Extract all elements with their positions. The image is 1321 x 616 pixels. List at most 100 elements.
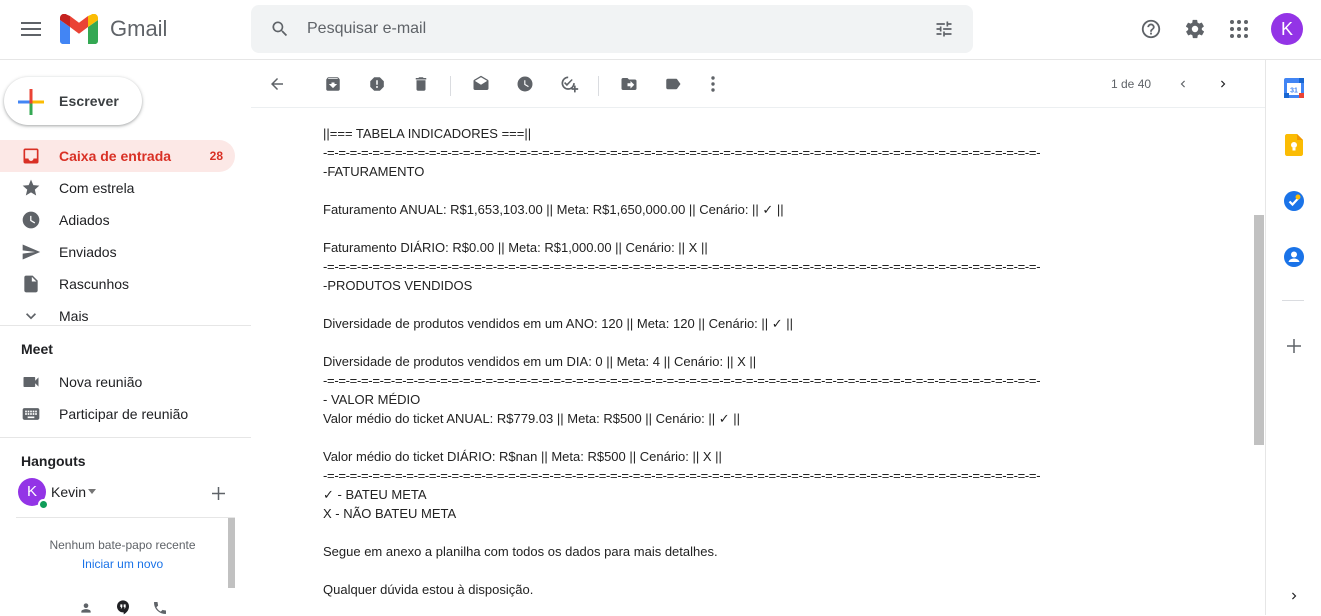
calendar-button[interactable]: 31: [1280, 74, 1308, 102]
support-button[interactable]: [1131, 9, 1171, 49]
settings-button[interactable]: [1175, 9, 1215, 49]
sidebar-item-starred[interactable]: Com estrela: [0, 172, 235, 204]
archive-icon: [326, 77, 340, 91]
divider: [0, 437, 251, 438]
report-spam-icon: [370, 77, 384, 91]
sidebar-item-more[interactable]: Mais: [0, 300, 235, 332]
message-line: Faturamento ANUAL: R$1,653,103.00 || Met…: [323, 202, 784, 217]
newer-button[interactable]: [1163, 64, 1203, 104]
person-icon[interactable]: [79, 601, 93, 615]
phone-icon[interactable]: [152, 600, 168, 616]
main-menu-button[interactable]: [11, 9, 51, 49]
no-recent-chats-text: Nenhum bate-papo recente: [49, 538, 196, 552]
hangouts-chat-icon[interactable]: [115, 599, 131, 615]
message-body: ||=== TABELA INDICADORES ===|| -=-=-=-=-=…: [323, 124, 1223, 599]
search-input[interactable]: [307, 5, 907, 53]
star-icon: [22, 179, 40, 196]
message-line: Qualquer dúvida estou à disposição.: [323, 582, 534, 597]
new-meeting-label: Nova reunião: [59, 374, 143, 390]
report-spam-button[interactable]: [357, 64, 397, 104]
side-panel-divider: [1282, 300, 1304, 301]
separator-line: -=-=-=-=-=-=-=-=-=-=-=-=-=-=-=-=-=-=-=-=…: [323, 373, 1041, 388]
separator-line: -=-=-=-=-=-=-=-=-=-=-=-=-=-=-=-=-=-=-=-=…: [323, 259, 1041, 274]
mark-unread-button[interactable]: [461, 64, 501, 104]
google-apps-button[interactable]: [1219, 9, 1259, 49]
delete-button[interactable]: [401, 64, 441, 104]
sidebar-item-drafts[interactable]: Rascunhos: [0, 268, 235, 300]
snooze-button[interactable]: [505, 64, 545, 104]
add-to-tasks-button[interactable]: [549, 64, 589, 104]
search-button[interactable]: [260, 9, 300, 49]
sidebar-item-sent[interactable]: Enviados: [0, 236, 235, 268]
move-to-icon: [621, 78, 637, 90]
sidebar: Escrever Caixa de entrada 28 Com estrela…: [0, 60, 251, 615]
hangouts-scrollbar[interactable]: [228, 518, 235, 588]
contacts-icon: [1284, 247, 1304, 267]
inbox-icon: [23, 148, 39, 164]
message-line: Segue em anexo a planilha com todos os d…: [323, 544, 718, 559]
toolbar-divider: [450, 76, 451, 96]
message-line: [323, 333, 1223, 352]
join-meeting-button[interactable]: Participar de reunião: [0, 398, 235, 430]
join-meeting-label: Participar de reunião: [59, 406, 189, 422]
divider: [0, 325, 251, 326]
hangouts-title: Hangouts: [21, 453, 86, 469]
message-line: Diversidade de produtos vendidos em um D…: [323, 354, 757, 369]
unread-count: 28: [209, 149, 223, 163]
move-to-button[interactable]: [609, 64, 649, 104]
older-button[interactable]: [1203, 64, 1243, 104]
gear-icon: [1185, 19, 1205, 39]
tasks-button[interactable]: [1280, 187, 1308, 215]
gmail-logo[interactable]: [60, 14, 98, 44]
sidebar-item-inbox[interactable]: Caixa de entrada 28: [0, 140, 235, 172]
search-icon: [272, 21, 288, 37]
draft-icon: [24, 275, 38, 293]
account-avatar[interactable]: K: [1271, 13, 1303, 45]
hangouts-user-name[interactable]: Kevin: [51, 484, 86, 500]
get-addons-button[interactable]: [1280, 332, 1308, 360]
contacts-button[interactable]: [1280, 243, 1308, 271]
archive-button[interactable]: [313, 64, 353, 104]
search-options-button[interactable]: [924, 9, 964, 49]
message-line: -FATURAMENTO: [323, 164, 425, 179]
caret-down-icon[interactable]: [88, 489, 96, 494]
more-actions-button[interactable]: [693, 64, 733, 104]
arrow-back-icon: [271, 78, 283, 90]
compose-button[interactable]: Escrever: [4, 77, 142, 125]
sidebar-item-label: Com estrela: [59, 180, 135, 196]
add-icon[interactable]: [212, 487, 225, 500]
compose-label: Escrever: [59, 93, 119, 109]
message-line: Valor médio do ticket ANUAL: R$779.03 ||…: [323, 411, 741, 426]
sidebar-item-snoozed[interactable]: Adiados: [0, 204, 235, 236]
message-line: [323, 561, 1223, 580]
start-new-chat-link[interactable]: Iniciar um novo: [0, 557, 245, 571]
add-task-icon: [561, 76, 579, 93]
keep-icon: [1285, 134, 1303, 156]
keep-button[interactable]: [1280, 131, 1308, 159]
message-line: [323, 428, 1223, 447]
sidebar-item-label: Enviados: [59, 244, 117, 260]
tune-icon: [936, 21, 952, 37]
back-button[interactable]: [257, 64, 297, 104]
label-icon: [666, 78, 681, 90]
videocam-icon: [23, 377, 39, 387]
message-line: [323, 181, 1223, 200]
message-line: X - NÃO BATEU META: [323, 506, 457, 521]
chevron-right-icon: [1221, 80, 1226, 88]
help-icon: [1141, 19, 1161, 39]
clock-icon: [517, 76, 533, 92]
sidebar-item-label: Caixa de entrada: [59, 148, 172, 164]
mark-unread-icon: [473, 75, 489, 90]
trash-icon: [415, 77, 427, 91]
pagination-text: 1 de 40: [1111, 77, 1152, 91]
show-side-panel-button[interactable]: [1280, 582, 1308, 610]
message-line: Diversidade de produtos vendidos em um A…: [323, 316, 794, 331]
keyboard-icon: [22, 408, 40, 420]
search-bar[interactable]: [251, 5, 973, 53]
sidebar-item-label: Rascunhos: [59, 276, 130, 292]
labels-button[interactable]: [653, 64, 693, 104]
svg-text:31: 31: [1290, 88, 1298, 95]
message-scrollbar-thumb[interactable]: [1254, 215, 1264, 445]
add-icon: [1287, 339, 1301, 353]
new-meeting-button[interactable]: Nova reunião: [0, 366, 235, 398]
